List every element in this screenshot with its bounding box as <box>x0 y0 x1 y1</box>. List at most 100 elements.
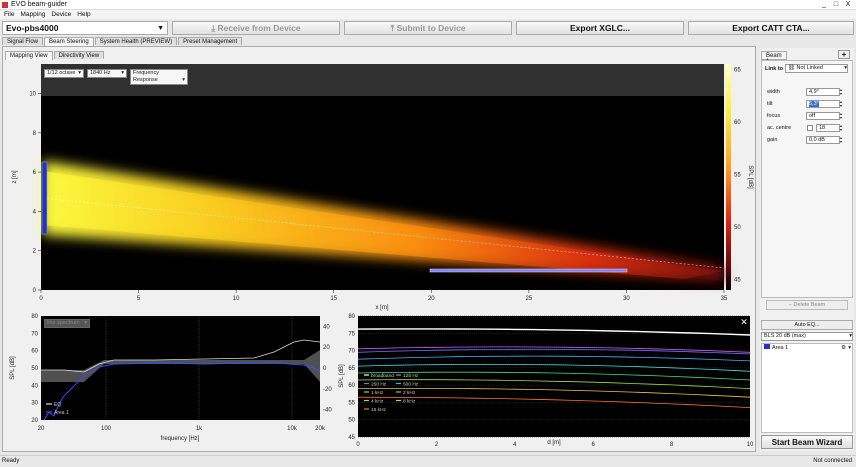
dist-legend-label: 2 kHz <box>403 390 416 396</box>
map-y-tick-label: 10 <box>29 91 36 97</box>
colorbar-tick-label: 55 <box>734 172 741 178</box>
fr-x-tick-label: 1k <box>196 426 203 432</box>
width-spin-icon[interactable]: ▴ ▾ <box>840 88 842 96</box>
delete-label: Delete Beam <box>793 302 826 308</box>
map-y-tick-label: 0 <box>33 288 37 294</box>
chevron-down-icon: ▾ <box>121 70 124 76</box>
area-1-marker[interactable] <box>429 268 628 273</box>
mode-select[interactable]: Frequency Response ▾ <box>130 69 188 85</box>
chevron-down-icon: ▾ <box>78 70 81 76</box>
tab-preset-management[interactable]: Preset Management <box>178 37 243 45</box>
tab-signal-flow[interactable]: Signal Flow <box>2 37 44 45</box>
main-tabs: Signal Flow Beam Steering System Health … <box>2 37 243 46</box>
tab-system-health[interactable]: System Health (PREVIEW) <box>94 37 178 45</box>
menu-mapping[interactable]: Mapping <box>20 10 45 19</box>
dist-y-tick-label: 45 <box>348 435 355 441</box>
menu-bar: File Mapping Device Help <box>0 10 856 19</box>
submit-label: Submit to Device <box>396 23 466 33</box>
link-select[interactable]: ⛓ Not Linked ▾ <box>785 64 848 73</box>
fr-legend-label: EQ <box>54 402 61 408</box>
fr-y-tick-label: 50 <box>31 366 38 372</box>
map-x-tick-label: 15 <box>330 296 337 302</box>
dist-legend-label: 16 kHz <box>371 407 387 413</box>
export-catt-button[interactable]: Export CATT CTA... <box>688 21 854 35</box>
dist-y-tick-label: 55 <box>348 400 355 406</box>
tab-beam-steering[interactable]: Beam Steering <box>44 37 94 46</box>
menu-help[interactable]: Help <box>77 10 90 19</box>
focus-field[interactable]: off <box>806 112 840 120</box>
start-wizard-button[interactable]: Start Beam Wizard <box>761 435 853 449</box>
menu-device[interactable]: Device <box>51 10 71 19</box>
distance-plot[interactable]: 0 2 4 6 8 10 45 50 55 60 65 70 75 80 d [m] SPL [dB] broa… <box>338 312 756 452</box>
chevron-down-icon: ▾ <box>182 77 185 83</box>
status-bar: Ready Not connected <box>0 455 856 467</box>
chevron-down-icon: ▾ <box>84 320 87 326</box>
map-x-tick-label: 35 <box>721 296 728 302</box>
colorbar-tick-label: 50 <box>734 225 741 231</box>
preset-select[interactable]: BLS 20 dB (max) ▾ <box>761 332 853 341</box>
dist-y-tick-label: 50 <box>348 418 355 424</box>
dist-y-tick-label: 80 <box>348 314 355 320</box>
auto-eq-button[interactable]: Auto EQ... <box>761 320 853 330</box>
dist-legend-label: 250 Hz <box>371 382 387 388</box>
delete-beam-button[interactable]: − Delete Beam <box>766 300 848 310</box>
array-marker[interactable] <box>41 161 48 235</box>
minimize-button[interactable]: _ <box>818 0 830 10</box>
area-list-item[interactable]: Area 1 ⚙ ▾ <box>762 344 852 352</box>
close-icon[interactable]: ✕ <box>740 317 748 327</box>
link-value: Not Linked <box>796 65 823 71</box>
gear-icon[interactable]: ⚙ <box>841 344 846 352</box>
preset-value: BLS 20 dB (max) <box>764 333 806 339</box>
device-select[interactable]: Evo-pbs4000 ▼ <box>2 21 168 35</box>
centre-spin-icon[interactable]: ▴ ▾ <box>840 124 842 132</box>
dist-x-tick-label: 0 <box>356 442 360 448</box>
tilt-spin-icon[interactable]: ▴ ▾ <box>840 100 842 108</box>
dist-x-tick-label: 2 <box>435 442 439 448</box>
chevron-down-icon[interactable]: ▾ <box>848 344 851 352</box>
frequency-select[interactable]: 1840 Hz ▾ <box>87 69 127 78</box>
submit-button[interactable]: ⤒ Submit to Device <box>344 21 512 35</box>
export-xglc-button[interactable]: Export XGLC... <box>516 21 684 35</box>
chevron-down-icon: ▾ <box>844 65 847 71</box>
tilt-field[interactable]: 5,3° <box>806 100 840 108</box>
octave-select[interactable]: 1/12 octave ▾ <box>44 69 84 78</box>
gain-field[interactable]: 0,0 dB <box>806 136 840 144</box>
dist-legend-label: 1 kHz <box>371 390 384 396</box>
tilt-value: 5,3° <box>809 101 819 107</box>
dist-y-tick-label: 75 <box>348 331 355 337</box>
tab-beam-1[interactable]: Beam 1 <box>761 51 787 65</box>
connection-status: Not connected <box>813 458 852 464</box>
window-title: EVO beam-guider <box>11 1 68 8</box>
gain-spin-icon[interactable]: ▴ ▾ <box>840 136 842 144</box>
width-field[interactable]: 4,9° <box>806 88 840 96</box>
centre-lock-checkbox[interactable] <box>807 125 813 131</box>
dist-legend-label: 500 Hz <box>403 382 419 388</box>
maximize-button[interactable]: □ <box>830 0 842 10</box>
fr-y2-tick-label: 0 <box>323 366 327 372</box>
focus-label: focus <box>767 113 781 119</box>
dist-y-tick-label: 70 <box>348 349 355 355</box>
link-icon: ⛓ <box>788 65 797 71</box>
fr-y-tick-label: 60 <box>31 349 38 355</box>
tab-directivity-view[interactable]: Directivity View <box>53 51 105 59</box>
map-x-tick-label: 10 <box>233 296 240 302</box>
fr-legend-label: Area 1 <box>54 410 69 416</box>
menu-file[interactable]: File <box>4 10 14 19</box>
add-beam-button[interactable]: + <box>838 50 850 59</box>
device-select-value: Evo-pbs4000 <box>6 23 59 33</box>
close-button[interactable]: X <box>842 0 854 10</box>
width-label: width <box>767 89 780 95</box>
map-y-axis-label: z [m] <box>12 170 18 183</box>
focus-spin-icon[interactable]: ▴ ▾ <box>840 112 842 120</box>
spectrum-mode-value: line spectrum <box>47 320 80 326</box>
centre-field[interactable]: 18 <box>816 124 840 132</box>
receive-button[interactable]: ⤓ Receive from Device <box>172 21 340 35</box>
dist-legend-label: 8 kHz <box>403 399 416 405</box>
dist-legend-label: 125 Hz <box>403 373 419 379</box>
spl-map[interactable]: 0 5 10 15 20 25 30 35 0 2 4 6 8 10 x [m] z [m] 45 50 55 60 6… <box>4 59 756 312</box>
fr-y2-tick-label: -20 <box>323 387 332 393</box>
width-value: 4,9° <box>809 89 819 95</box>
chevron-down-icon: ▾ <box>849 333 852 339</box>
spectrum-mode-select[interactable]: line spectrum ▾ <box>44 319 90 328</box>
frequency-response-plot[interactable]: 20 100 1k 10k 20k 20 30 40 50 60 70 80 -40 -20 0 20 40 fr… <box>4 312 334 452</box>
